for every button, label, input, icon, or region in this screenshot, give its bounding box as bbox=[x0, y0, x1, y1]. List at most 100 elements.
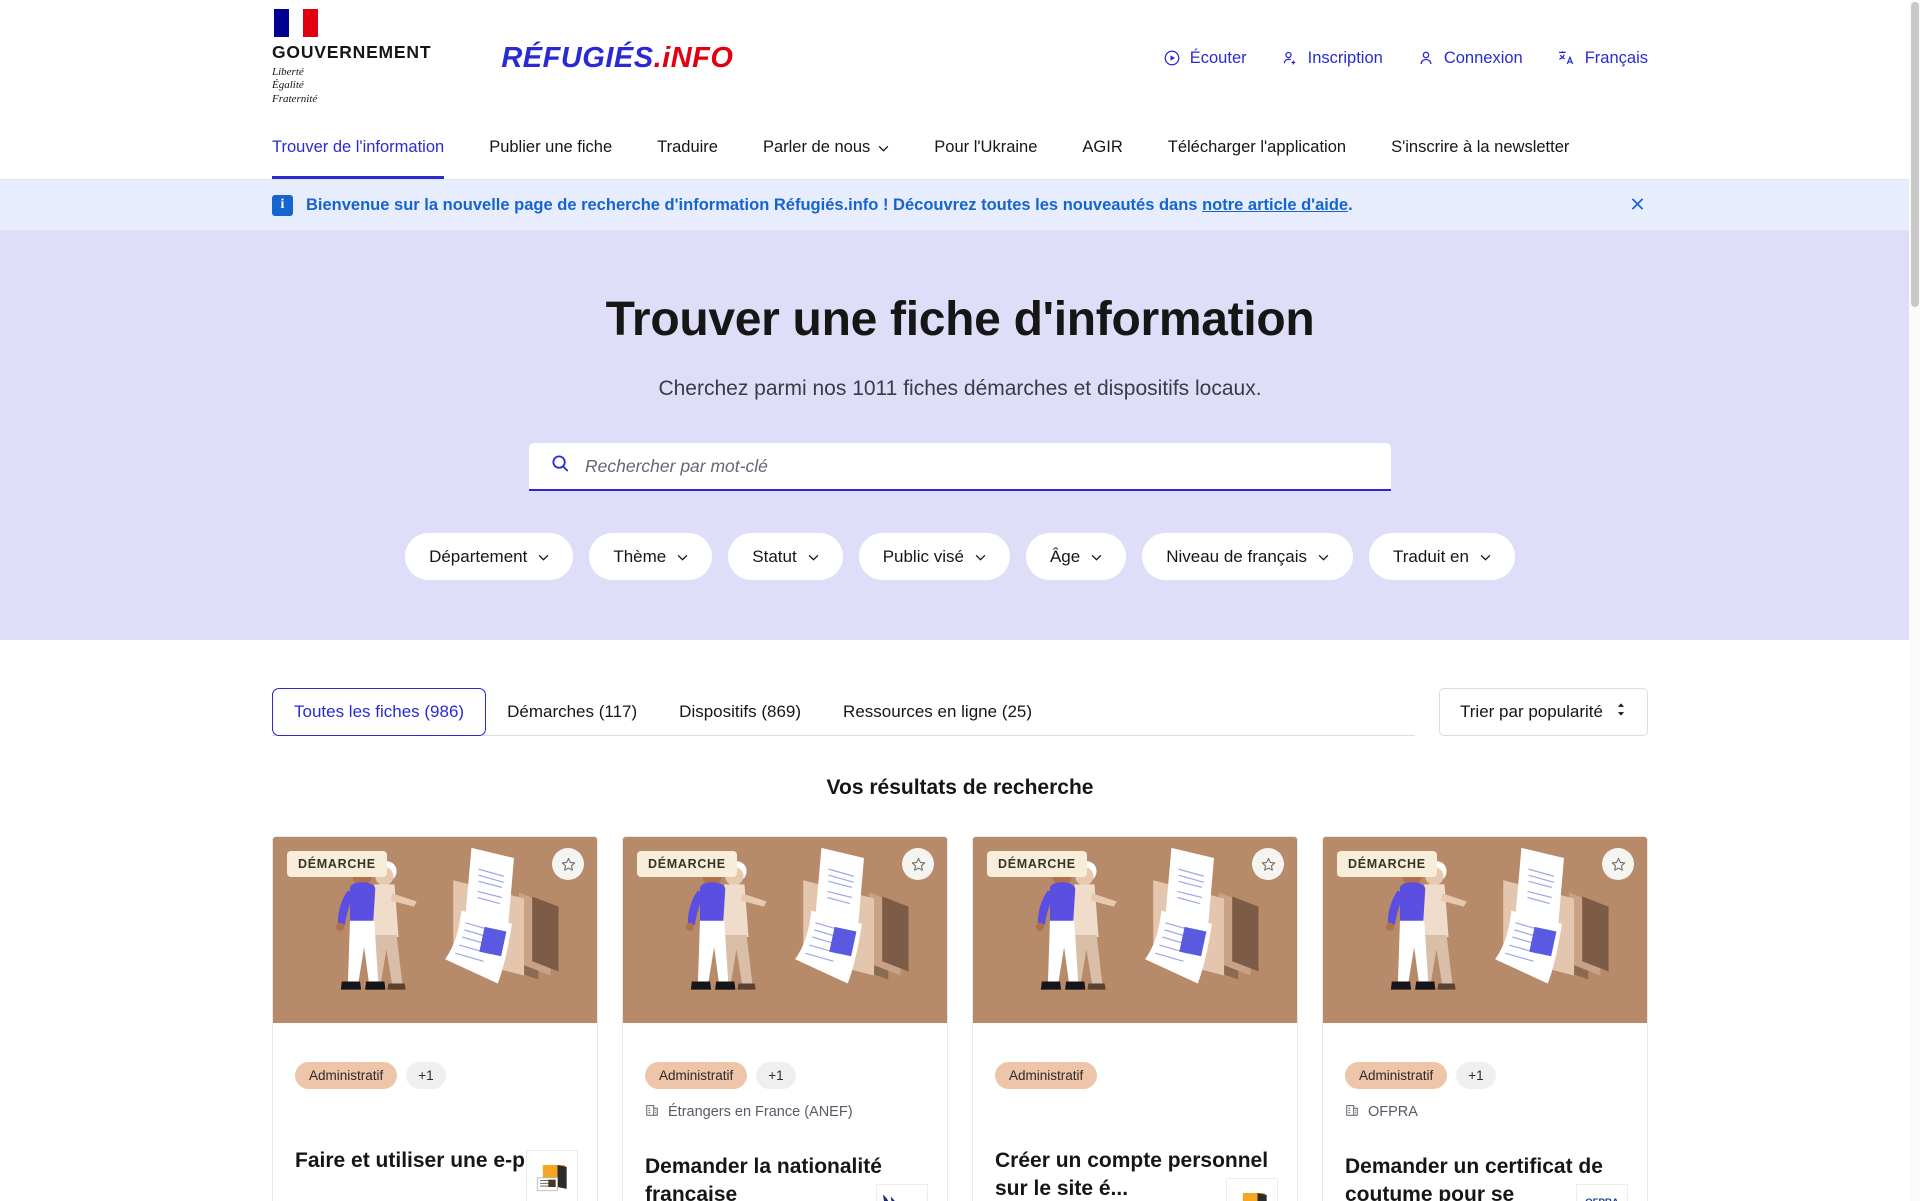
banner-help-link[interactable]: notre article d'aide bbox=[1202, 196, 1348, 214]
info-icon: i bbox=[272, 194, 293, 216]
header-link-ecouter[interactable]: Écouter bbox=[1163, 49, 1247, 68]
search-icon bbox=[551, 454, 570, 478]
card-type-badge: DÉMARCHE bbox=[1337, 851, 1437, 878]
french-flag-icon bbox=[274, 9, 318, 38]
nav-item-label: AGIR bbox=[1082, 138, 1123, 156]
nav-item-traduire[interactable]: Traduire bbox=[657, 116, 718, 179]
tab-demarches[interactable]: Démarches (117) bbox=[486, 688, 658, 735]
card-type-badge: DÉMARCHE bbox=[987, 851, 1087, 878]
gouvernement-logo[interactable]: GOUVERNEMENT Liberté Égalité Fraternité bbox=[272, 9, 431, 107]
header-link-label: Inscription bbox=[1307, 48, 1383, 67]
filter-statut[interactable]: Statut bbox=[728, 533, 843, 581]
card-tag: Administratif bbox=[995, 1062, 1098, 1090]
sort-dropdown[interactable]: Trier par popularité bbox=[1439, 688, 1648, 737]
refugies-info-logo[interactable]: RÉFUGIÉS.iNFO bbox=[501, 42, 733, 75]
folder-documents-icon bbox=[526, 1150, 578, 1201]
favorite-star-button[interactable] bbox=[1602, 848, 1634, 881]
filter-label: Niveau de français bbox=[1166, 546, 1308, 566]
filter-public-vise[interactable]: Public visé bbox=[858, 533, 1010, 581]
chevron-down-icon bbox=[538, 551, 549, 563]
results-tabs: Toutes les fiches (986) Démarches (117) … bbox=[272, 688, 1415, 737]
results-card-grid: DÉMARCHE Administratif +1 Faire et utili… bbox=[272, 836, 1648, 1201]
chevron-down-icon bbox=[1480, 551, 1491, 563]
filter-label: Thème bbox=[613, 546, 667, 566]
scrollbar-thumb[interactable] bbox=[1910, 2, 1919, 307]
chevron-down-icon bbox=[878, 142, 889, 154]
filter-label: Âge bbox=[1049, 546, 1081, 566]
favorite-star-button[interactable] bbox=[902, 848, 934, 881]
translate-icon bbox=[1557, 49, 1576, 67]
result-card[interactable]: DÉMARCHE bbox=[1322, 836, 1648, 1201]
header-link-label: Français bbox=[1584, 48, 1648, 67]
header-link-inscription[interactable]: Inscription bbox=[1281, 49, 1383, 68]
card-tag-row: Administratif +1 bbox=[295, 1062, 575, 1090]
filter-label: Département bbox=[429, 546, 528, 566]
card-organisation: Étrangers en France (ANEF) bbox=[645, 1103, 925, 1121]
chevron-down-icon bbox=[975, 551, 986, 563]
banner-text-before: Bienvenue sur la nouvelle page de recher… bbox=[306, 195, 1203, 214]
card-body: Administratif Créer un compte personnel … bbox=[973, 1040, 1297, 1201]
tab-ressources-en-ligne[interactable]: Ressources en ligne (25) bbox=[822, 688, 1053, 735]
nav-item-label: Publier une fiche bbox=[489, 138, 613, 156]
filter-niveau-de-francais[interactable]: Niveau de français bbox=[1142, 533, 1354, 581]
tab-dispositifs[interactable]: Dispositifs (869) bbox=[658, 688, 822, 735]
chevron-down-icon bbox=[1318, 551, 1329, 563]
ofpra-logo-icon: OFPRA bbox=[1576, 1184, 1628, 1201]
filter-theme[interactable]: Thème bbox=[589, 533, 713, 581]
header-link-language[interactable]: Français bbox=[1557, 49, 1648, 68]
search-bar[interactable] bbox=[529, 443, 1391, 492]
card-illustration: DÉMARCHE bbox=[623, 837, 947, 1041]
nav-item-telecharger-lapplication[interactable]: Télécharger l'application bbox=[1168, 116, 1346, 179]
header-link-connexion[interactable]: Connexion bbox=[1417, 49, 1523, 68]
result-card[interactable]: DÉMARCHE bbox=[622, 836, 948, 1201]
card-tag: Administratif bbox=[295, 1062, 398, 1090]
filter-traduit-en[interactable]: Traduit en bbox=[1369, 533, 1515, 581]
favorite-star-button[interactable] bbox=[1252, 848, 1284, 881]
card-body: Administratif +1 Faire et utiliser une e… bbox=[273, 1040, 597, 1201]
sort-updown-icon bbox=[1615, 702, 1627, 722]
chevron-down-icon bbox=[1091, 551, 1102, 563]
nav-item-publier-une-fiche[interactable]: Publier une fiche bbox=[489, 116, 612, 179]
page-subtitle: Cherchez parmi nos 1011 fiches démarches… bbox=[658, 377, 1262, 401]
nav-item-sinscrire-newsletter[interactable]: S'inscrire à la newsletter bbox=[1391, 116, 1569, 179]
nav-item-trouver-de-linformation[interactable]: Trouver de l'information bbox=[272, 116, 445, 179]
card-tag-row: Administratif bbox=[995, 1062, 1275, 1090]
card-tag-more: +1 bbox=[406, 1062, 446, 1090]
user-plus-icon bbox=[1281, 49, 1299, 67]
card-illustration: DÉMARCHE bbox=[1323, 837, 1647, 1041]
nav-item-agir[interactable]: AGIR bbox=[1082, 116, 1122, 179]
banner-text: Bienvenue sur la nouvelle page de recher… bbox=[306, 196, 1353, 215]
tab-toutes-les-fiches[interactable]: Toutes les fiches (986) bbox=[272, 688, 487, 737]
search-input[interactable] bbox=[585, 455, 1369, 477]
main-navigation: Trouver de l'information Publier une fic… bbox=[0, 116, 1920, 180]
nav-item-parler-de-nous[interactable]: Parler de nous bbox=[763, 116, 889, 179]
result-card[interactable]: DÉMARCHE bbox=[272, 836, 598, 1201]
filter-label: Traduit en bbox=[1393, 546, 1469, 566]
favorite-star-button[interactable] bbox=[552, 848, 584, 881]
card-tag-more: +1 bbox=[756, 1062, 796, 1090]
header-utility-links: Écouter Inscription Connexion Français bbox=[1163, 49, 1648, 68]
card-body: OFPRA Administratif +1 bbox=[1323, 1040, 1647, 1201]
announcement-banner: i Bienvenue sur la nouvelle page de rech… bbox=[0, 180, 1920, 230]
institution-icon bbox=[1345, 1103, 1359, 1121]
card-tag-row: Administratif +1 bbox=[645, 1062, 925, 1090]
logo-text-info: iNFO bbox=[662, 41, 734, 74]
marianne-flag-icon bbox=[876, 1184, 928, 1201]
page-title: Trouver une fiche d'information bbox=[605, 293, 1315, 346]
result-card[interactable]: DÉMARCHE bbox=[972, 836, 1298, 1201]
filter-pill-row: Département Thème Statut Public visé Âge… bbox=[0, 533, 1920, 581]
institution-icon bbox=[645, 1103, 659, 1121]
filter-age[interactable]: Âge bbox=[1025, 533, 1127, 581]
sort-label: Trier par popularité bbox=[1460, 702, 1603, 722]
filter-departement[interactable]: Département bbox=[405, 533, 574, 581]
page-scrollbar[interactable] bbox=[1909, 0, 1920, 1201]
motto-line-egalite: Égalité bbox=[272, 79, 304, 92]
card-organisation-label: OFPRA bbox=[1368, 1104, 1418, 1121]
card-type-badge: DÉMARCHE bbox=[637, 851, 737, 878]
card-illustration: DÉMARCHE bbox=[273, 837, 597, 1041]
banner-close-button[interactable] bbox=[1627, 192, 1648, 219]
folder-documents-icon bbox=[1226, 1178, 1278, 1201]
nav-item-pour-lukraine[interactable]: Pour l'Ukraine bbox=[934, 116, 1037, 179]
svg-text:OFPRA: OFPRA bbox=[1585, 1198, 1619, 1201]
logo-text-refugies: RÉFUGIÉS bbox=[501, 41, 654, 74]
